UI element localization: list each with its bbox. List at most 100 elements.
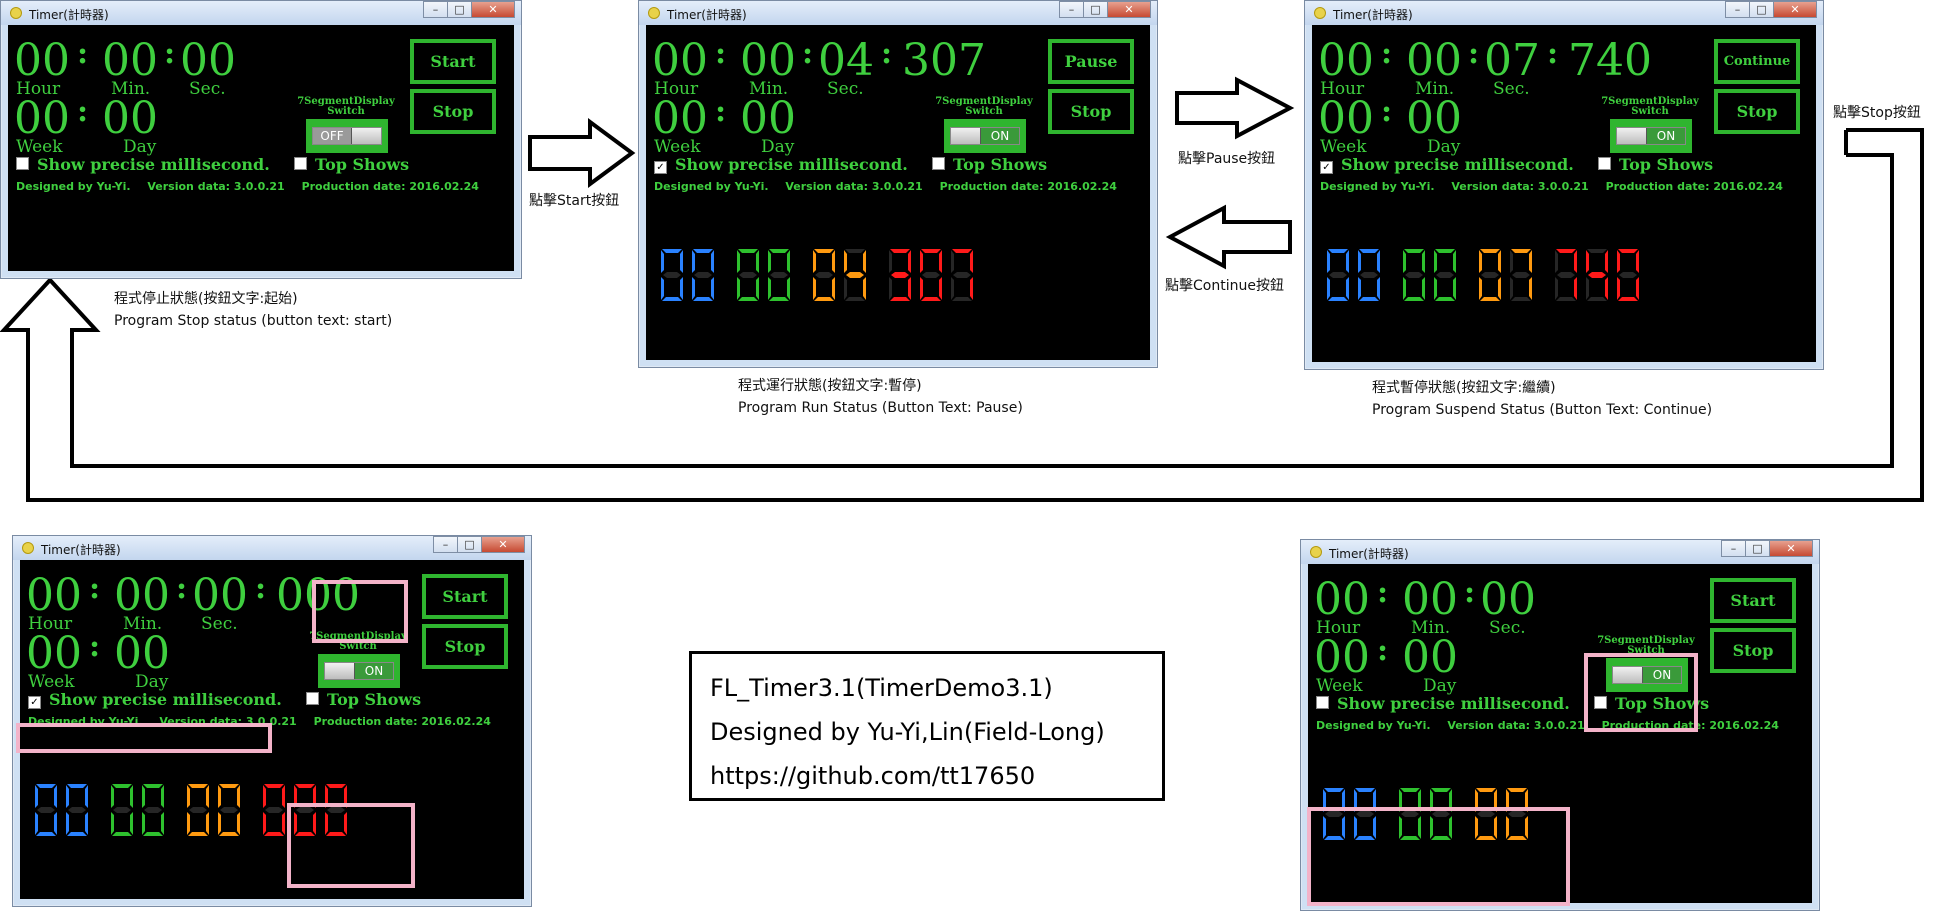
top-shows-checkbox[interactable]: Top Shows [306, 692, 421, 708]
maximize-button[interactable]: □ [1083, 1, 1108, 18]
segment-group [1400, 249, 1462, 307]
switch-state: ON [1646, 128, 1685, 144]
minute-value: 00 [1406, 35, 1462, 86]
minimize-button[interactable]: – [423, 1, 448, 18]
title-bar[interactable]: Timer(計時器) – □ ✕ [639, 1, 1157, 25]
top-shows-checkbox[interactable]: Top Shows [294, 157, 409, 173]
title-bar[interactable]: Timer(計時器) – □ ✕ [1, 1, 521, 25]
caption-stop-en: Program Stop status (button text: start) [114, 313, 393, 329]
caption-run-zh: 程式運行狀態(按鈕文字:暫停) [738, 378, 922, 394]
day-label: Day [135, 672, 169, 692]
maximize-button[interactable]: □ [1745, 540, 1770, 557]
close-button[interactable]: ✕ [1769, 540, 1813, 557]
checkbox-box[interactable]: ✓ [28, 696, 41, 709]
day-label: Day [1427, 137, 1461, 157]
colon-separator: : [77, 94, 89, 129]
credits-box: FL_Timer3.1(TimerDemo3.1) Designed by Yu… [689, 651, 1165, 801]
checkbox-box[interactable] [294, 157, 307, 170]
day-value: 00 [740, 93, 796, 144]
segment-switch-label: 7SegmentDisplay Switch [1601, 96, 1699, 117]
checkbox-box[interactable]: ✓ [654, 161, 667, 174]
minimize-button[interactable]: – [433, 536, 458, 553]
start-pause-button[interactable]: Start [1710, 578, 1796, 623]
minute-value: 00 [114, 570, 170, 621]
credits-designer: Designed by Yu-Yi,Lin(Field-Long) [710, 718, 1105, 746]
hour-value: 00 [1318, 35, 1374, 86]
stop-button[interactable]: Stop [422, 624, 508, 669]
start-pause-button[interactable]: Continue [1714, 39, 1800, 84]
title-bar[interactable]: Timer(計時器) – □ ✕ [1305, 1, 1823, 25]
production-info: Production date: 2016.02.24 [301, 180, 479, 193]
top-shows-checkbox[interactable]: Top Shows [932, 157, 1047, 173]
info-bar: Designed by Yu-Yi. Version data: 3.0.0.2… [16, 181, 492, 192]
segment-group [734, 249, 796, 307]
colon-separator: : [1381, 94, 1393, 129]
designer-info: Designed by Yu-Yi. [654, 180, 769, 193]
switch-state: ON [980, 128, 1019, 144]
stop-button[interactable]: Stop [1714, 89, 1800, 134]
segment-switch-label: 7SegmentDisplay Switch [297, 96, 395, 117]
caption-suspend: 程式暫停狀態(按鈕文字:繼續) Program Suspend Status (… [1372, 377, 1712, 421]
segment-display-switch[interactable]: ON [944, 119, 1026, 153]
close-button[interactable]: ✕ [1773, 1, 1817, 18]
start-pause-button[interactable]: Start [422, 574, 508, 619]
maximize-button[interactable]: □ [447, 1, 472, 18]
checkbox-box[interactable] [306, 692, 319, 705]
hour-value: 00 [1314, 574, 1370, 625]
precise-ms-checkbox[interactable]: ✓ Show precise millisecond. [28, 692, 282, 709]
stop-button[interactable]: Stop [410, 89, 496, 134]
caption-run-en: Program Run Status (Button Text: Pause) [738, 400, 1023, 416]
close-button[interactable]: ✕ [1107, 1, 1151, 18]
timer-window-run: Timer(計時器) – □ ✕ 00 : 00 : 04 : 307 Hour… [638, 0, 1158, 368]
checkbox-box[interactable] [1316, 696, 1329, 709]
version-info: Version data: 3.0.0.21 [1451, 180, 1589, 193]
segment-display-switch[interactable]: ON [1610, 119, 1692, 153]
stop-button[interactable]: Stop [1048, 89, 1134, 134]
production-info: Production date: 2016.02.24 [1605, 180, 1783, 193]
timer-window-suspend: Timer(計時器) – □ ✕ 00 : 00 : 07 : 740 Hour… [1304, 0, 1824, 370]
window-title: Timer(計時器) [41, 543, 121, 557]
week-value: 00 [652, 93, 708, 144]
colon-separator: : [1377, 575, 1389, 610]
segment-display-switch[interactable]: OFF [306, 119, 388, 153]
minimize-button[interactable]: – [1725, 1, 1750, 18]
start-pause-button[interactable]: Pause [1048, 39, 1134, 84]
day-label: Day [123, 137, 157, 157]
precise-ms-checkbox[interactable]: Show precise millisecond. [16, 157, 270, 173]
colon-separator: : [715, 94, 727, 129]
designer-info: Designed by Yu-Yi. [1316, 719, 1431, 732]
title-bar[interactable]: Timer(計時器) – □ ✕ [13, 536, 531, 560]
checkbox-box[interactable]: ✓ [1320, 161, 1333, 174]
maximize-button[interactable]: □ [457, 536, 482, 553]
checkbox-box[interactable] [1598, 157, 1611, 170]
caption-run: 程式運行狀態(按鈕文字:暫停) Program Run Status (Butt… [738, 375, 1023, 419]
top-shows-checkbox[interactable]: Top Shows [1598, 157, 1713, 173]
precise-ms-checkbox[interactable]: Show precise millisecond. [1316, 696, 1570, 712]
week-label: Week [1320, 137, 1367, 157]
precise-ms-checkbox[interactable]: ✓ Show precise millisecond. [654, 157, 908, 174]
window-title: Timer(計時器) [1329, 547, 1409, 561]
stop-button[interactable]: Stop [1710, 628, 1796, 673]
second-label: Sec. [1489, 618, 1526, 638]
segment-display-switch[interactable]: ON [318, 654, 400, 688]
app-icon [1314, 7, 1326, 19]
continue-arrow-label: 點擊Continue按鈕 [1165, 278, 1284, 294]
maximize-button[interactable]: □ [1749, 1, 1774, 18]
title-bar[interactable]: Timer(計時器) – □ ✕ [1301, 540, 1819, 564]
minimize-button[interactable]: – [1721, 540, 1746, 557]
switch-state: ON [354, 663, 393, 679]
start-pause-button[interactable]: Start [410, 39, 496, 84]
minimize-button[interactable]: – [1059, 1, 1084, 18]
hour-value: 00 [652, 35, 708, 86]
close-button[interactable]: ✕ [471, 1, 515, 18]
checkbox-box[interactable] [16, 157, 29, 170]
segment-group [658, 249, 720, 307]
checkbox-box[interactable] [932, 157, 945, 170]
close-button[interactable]: ✕ [481, 536, 525, 553]
precise-ms-checkbox[interactable]: ✓ Show precise millisecond. [1320, 157, 1574, 174]
colon-separator: : [89, 629, 101, 664]
segment-group [108, 784, 170, 842]
timer-client-area: 00 : 00 : 04 : 307 Hour Min. Sec. 00 : 0… [646, 25, 1150, 360]
info-bar: Designed by Yu-Yi. Version data: 3.0.0.2… [1320, 181, 1796, 192]
switch-state: OFF [313, 128, 352, 144]
